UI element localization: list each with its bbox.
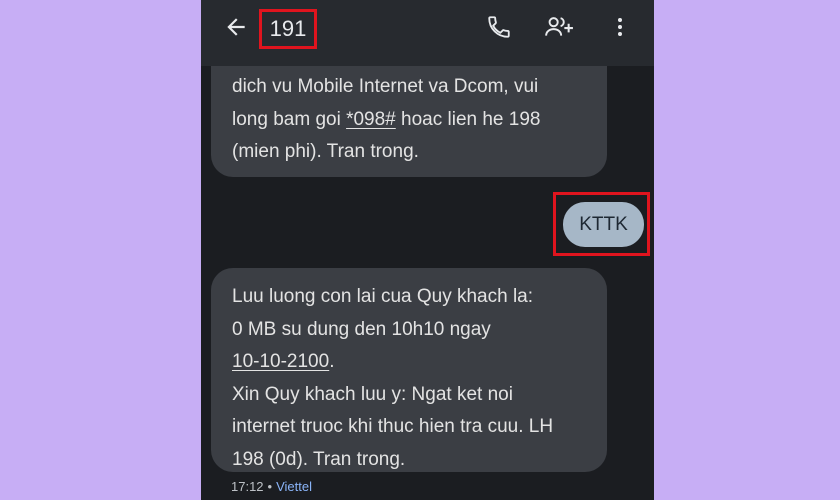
incoming-message-bubble[interactable]: Luu luong con lai cua Quy khach la: 0 MB… (211, 268, 607, 472)
phone-screen: 191 dich vu Mobile Internet va Dcom, vui… (201, 0, 654, 500)
more-vert-icon (618, 18, 622, 36)
conversation-toolbar: 191 (201, 0, 654, 66)
conversation-title: 191 (269, 16, 307, 41)
meta-separator: • (267, 479, 273, 494)
message-timestamp: 17:12 • Viettel (231, 479, 312, 494)
highlight-outgoing-box: KTTK (553, 192, 650, 256)
message-line: long bam goi *098# hoac lien he 198 (232, 104, 597, 137)
message-text: hoac lien he 198 (395, 108, 541, 130)
message-text: . (329, 351, 335, 372)
message-line: 0 MB su dung den 10h10 ngay (232, 318, 491, 340)
message-line: 198 (0d). Tran trong. (232, 448, 406, 470)
message-line: (mien phi). Tran trong. (232, 141, 419, 162)
message-line: Luu luong con lai cua Quy khach la: (232, 286, 534, 307)
message-line: Xin Quy khach luu y: Ngat ket noi (232, 383, 513, 405)
message-text: long bam goi (232, 108, 347, 130)
message-line: 10-10-2100. (232, 346, 597, 379)
back-arrow-icon (227, 18, 245, 36)
ussd-code-link[interactable]: *098# (346, 109, 396, 130)
message-time: 17:12 (231, 479, 264, 494)
add-person-icon (545, 17, 573, 36)
back-button[interactable] (218, 9, 254, 45)
highlight-title-box: 191 (259, 9, 317, 49)
add-people-button[interactable] (541, 9, 577, 45)
message-line: internet truoc khi thuc hien tra cuu. LH (232, 416, 554, 437)
message-line: dich vu Mobile Internet va Dcom, vui (232, 76, 539, 97)
phone-icon (488, 16, 510, 38)
more-options-button[interactable] (602, 9, 638, 45)
call-button[interactable] (481, 9, 517, 45)
outgoing-message-bubble[interactable]: KTTK (563, 202, 644, 247)
carrier-name: Viettel (276, 479, 313, 494)
date-link[interactable]: 10-10-2100 (232, 351, 329, 372)
